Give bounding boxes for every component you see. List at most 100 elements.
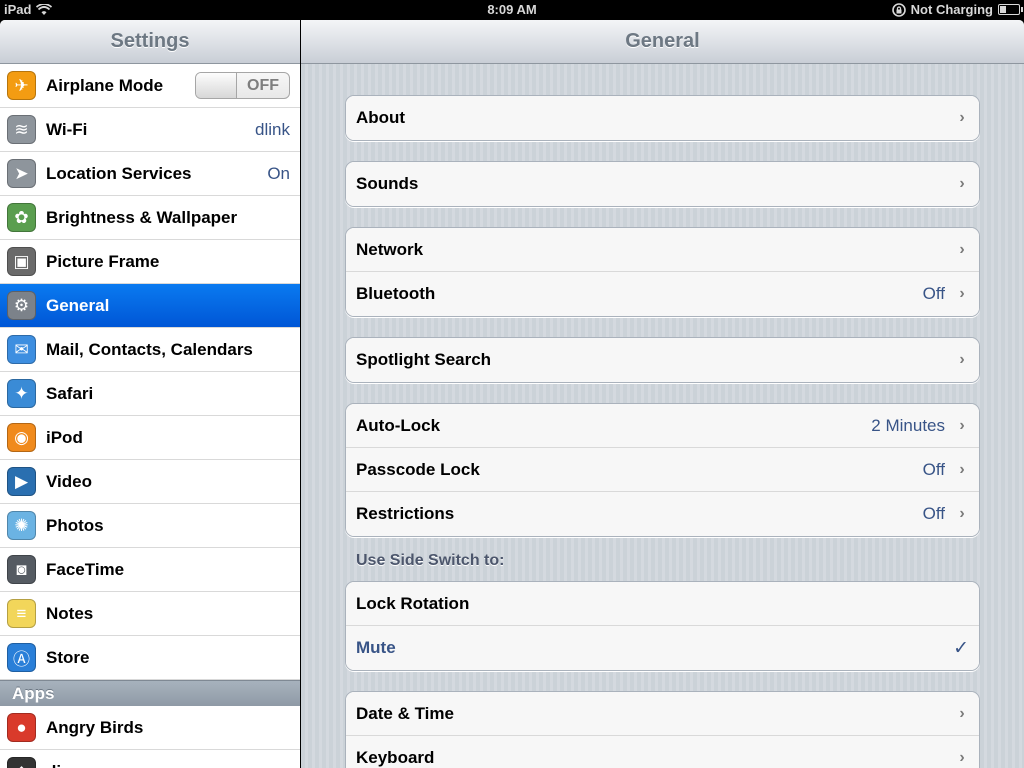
- row-about[interactable]: About ›: [346, 96, 979, 140]
- wifi-icon: ≋: [7, 115, 36, 144]
- row-value: Off: [922, 459, 945, 479]
- sidebar-item-general[interactable]: ⚙ General: [0, 284, 300, 328]
- row-label: Date & Time: [356, 703, 454, 723]
- sidebar-item-mail-contacts-calendars[interactable]: ✉ Mail, Contacts, Calendars: [0, 328, 300, 372]
- row-spotlight-search[interactable]: Spotlight Search ›: [346, 338, 979, 382]
- sidebar-item-value: On: [267, 163, 290, 183]
- sidebar-item-safari[interactable]: ✦ Safari: [0, 372, 300, 416]
- row-date-time[interactable]: Date & Time ›: [346, 692, 979, 736]
- settings-group: About ›: [345, 95, 980, 141]
- row-mute[interactable]: Mute ✓: [346, 626, 979, 670]
- angry-bird-icon: ●: [7, 713, 36, 742]
- row-label: Bluetooth: [356, 284, 436, 303]
- sidebar-item-label: diav: [46, 762, 290, 768]
- sidebar-item-label: Photos: [46, 515, 104, 535]
- sidebar-item-location-services[interactable]: ➤ Location Services On: [0, 152, 300, 196]
- row-keyboard[interactable]: Keyboard ›: [346, 736, 979, 768]
- row-network[interactable]: Network ›: [346, 228, 979, 272]
- checkmark-icon: ✓: [953, 637, 969, 659]
- sidebar-item-label: Airplane Mode: [46, 75, 164, 95]
- apps-list: ● Angry Birds ◆ diav: [0, 706, 300, 768]
- sidebar-title: Settings: [0, 20, 300, 64]
- gear-icon: ⚙: [7, 291, 36, 320]
- chevron-right-icon: ›: [959, 285, 965, 302]
- sidebar-item-wi-fi[interactable]: ≋ Wi-Fi dlink: [0, 108, 300, 152]
- picture-frame-icon: ▣: [7, 247, 36, 276]
- row-sounds[interactable]: Sounds ›: [346, 162, 979, 206]
- sidebar-item-angry-birds[interactable]: ● Angry Birds: [0, 706, 300, 750]
- settings-group: Auto-Lock 2 Minutes › Passcode Lock Off › Rest…: [345, 403, 980, 537]
- row-label: Auto-Lock: [356, 415, 441, 435]
- notepad-icon: ≡: [7, 599, 36, 628]
- status-bar: iPad 8:09 AM Not Charging: [0, 0, 1024, 20]
- row-label: Lock Rotation: [356, 593, 470, 613]
- general-detail-pane: General Use Side Switch to: About › Sounds…: [301, 20, 1024, 768]
- sidebar-item-label: General: [46, 295, 110, 315]
- row-label: Spotlight Search: [356, 350, 492, 369]
- switch-state-label: OFF: [247, 77, 279, 94]
- charging-status: Not Charging: [910, 2, 993, 17]
- sidebar-item-label: Brightness & Wallpaper: [46, 207, 238, 227]
- row-passcode-lock[interactable]: Passcode Lock Off ›: [346, 448, 979, 492]
- chevron-right-icon: ›: [959, 240, 965, 258]
- sidebar-item-video[interactable]: ▶ Video: [0, 460, 300, 504]
- sidebar-item-diav[interactable]: ◆ diav: [0, 750, 300, 768]
- row-label: Mute: [356, 638, 396, 657]
- row-value: 2 Minutes: [871, 415, 945, 435]
- app-store-icon: Ⓐ: [7, 643, 36, 672]
- sidebar-item-label: Video: [46, 471, 92, 491]
- sidebar-item-photos[interactable]: ✺ Photos: [0, 504, 300, 548]
- sidebar-item-label: Notes: [46, 603, 94, 623]
- camera-icon: ◙: [7, 555, 36, 584]
- row-label: Restrictions: [356, 504, 455, 523]
- sidebar-list: ✈ Airplane Mode OFF ≋ Wi-Fi dlink ➤ Location Se…: [0, 64, 300, 680]
- row-auto-lock[interactable]: Auto-Lock 2 Minutes ›: [346, 404, 979, 448]
- sidebar-item-label: Safari: [46, 383, 94, 403]
- mail-icon: ✉: [7, 335, 36, 364]
- chevron-right-icon: ›: [959, 109, 965, 126]
- sunflower-icon: ✺: [7, 511, 36, 540]
- settings-group: Sounds ›: [345, 161, 980, 207]
- row-value: Off: [922, 284, 945, 303]
- status-time: 8:09 AM: [487, 2, 537, 17]
- airplane-mode-switch[interactable]: OFF: [195, 72, 290, 99]
- battery-icon: [998, 4, 1023, 15]
- sidebar-item-facetime[interactable]: ◙ FaceTime: [0, 548, 300, 592]
- row-label: Sounds: [356, 174, 419, 193]
- sidebar-item-notes[interactable]: ≡ Notes: [0, 592, 300, 636]
- sidebar-item-ipod[interactable]: ◉ iPod: [0, 416, 300, 460]
- row-label: About: [356, 108, 406, 127]
- side-switch-title: Use Side Switch to:: [356, 552, 505, 569]
- sidebar-item-label: Picture Frame: [46, 251, 160, 271]
- row-lock-rotation[interactable]: Lock Rotation: [346, 582, 979, 626]
- location-arrow-icon: ➤: [7, 159, 36, 188]
- row-restrictions[interactable]: Restrictions Off ›: [346, 492, 979, 536]
- sidebar-item-label: Wi-Fi: [46, 119, 88, 139]
- detail-title: General: [301, 20, 1024, 64]
- chevron-right-icon: ›: [959, 704, 965, 722]
- row-bluetooth[interactable]: Bluetooth Off ›: [346, 272, 979, 316]
- chevron-right-icon: ›: [959, 460, 965, 478]
- sidebar-item-airplane-mode[interactable]: ✈ Airplane Mode OFF: [0, 64, 300, 108]
- airplane-icon: ✈: [7, 71, 36, 100]
- sidebar-item-label: Location Services: [46, 163, 192, 183]
- sidebar-item-label: Angry Birds: [46, 717, 144, 737]
- app-icon: ◆: [7, 757, 36, 768]
- sidebar-item-label: FaceTime: [46, 559, 125, 579]
- chevron-right-icon: ›: [959, 351, 965, 368]
- row-label: Keyboard: [356, 748, 435, 767]
- compass-icon: ✦: [7, 379, 36, 408]
- sidebar-item-label: Mail, Contacts, Calendars: [46, 339, 253, 359]
- chevron-right-icon: ›: [959, 749, 965, 766]
- chevron-right-icon: ›: [959, 175, 965, 192]
- settings-group: Network › Bluetooth Off ›: [345, 227, 980, 317]
- switch-knob[interactable]: [196, 73, 237, 98]
- sidebar-item-store[interactable]: Ⓐ Store: [0, 636, 300, 680]
- sidebar-item-brightness-wallpaper[interactable]: ✿ Brightness & Wallpaper: [0, 196, 300, 240]
- sidebar-item-label: Store: [46, 647, 90, 667]
- chevron-right-icon: ›: [959, 505, 965, 522]
- clapperboard-icon: ▶: [7, 467, 36, 496]
- sidebar-item-picture-frame[interactable]: ▣ Picture Frame: [0, 240, 300, 284]
- settings-group: Date & Time › Keyboard ›: [345, 691, 980, 768]
- apps-section-header: Apps: [0, 680, 300, 706]
